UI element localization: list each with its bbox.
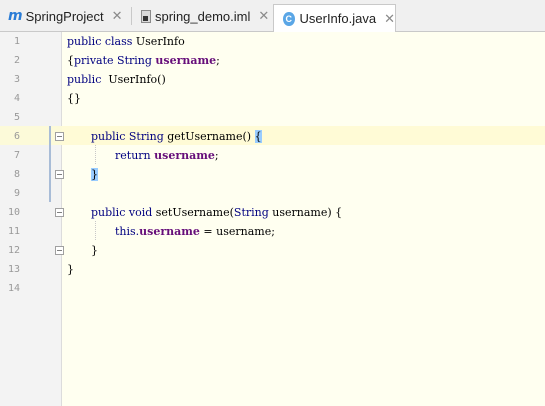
iml-file-icon [141,9,151,23]
code-line: 6 public String getUsername() { [0,127,545,146]
param: username) [268,206,336,219]
fold-marker-icon[interactable] [55,132,64,141]
code-line: 12 } [0,241,545,260]
code-text[interactable]: public UserInfo() [67,70,166,89]
matched-brace: } [91,168,98,181]
code-text[interactable]: public void setUsername(String username)… [91,203,342,222]
punct: ; [214,149,219,162]
keyword: public [67,73,102,86]
line-number: 8 [13,169,20,180]
code-line: 13 } [0,260,545,279]
code-text[interactable]: {} [67,89,81,108]
code-text[interactable]: } [91,165,98,184]
line-number: 13 [7,264,20,275]
line-number: 4 [13,93,20,104]
code-text[interactable]: } [91,241,98,260]
code-line: 1 public class UserInfo [0,32,545,51]
keyword: this. [115,225,140,238]
code-line: 10 public void setUsername(String userna… [0,203,545,222]
close-icon[interactable]: ✕ [112,8,123,24]
line-number: 2 [13,55,20,66]
line-number: 10 [7,207,20,218]
field: username [139,225,200,238]
code-line: 11 this.username = username; [0,222,545,241]
line-number: 5 [13,112,20,123]
matched-brace: { [254,130,262,143]
keyword: public void [91,206,153,219]
close-icon[interactable]: ✕ [258,8,269,24]
tab-separator [131,7,132,25]
line-number: 3 [13,74,20,85]
field: username [155,54,217,67]
close-icon[interactable]: ✕ [384,11,395,27]
assignment: = username; [199,225,275,238]
type: String [113,54,156,67]
punct: ; [216,54,220,67]
line-number: 14 [7,283,20,294]
code-text[interactable]: this.username = username; [115,222,275,241]
line-number: 11 [7,226,20,237]
tab-label: UserInfo.java [299,11,377,26]
code-line: 14 [0,279,545,298]
tab-springproject[interactable]: m SpringProject ✕ [8,4,123,28]
brace: { [67,54,74,67]
code-text[interactable]: public String getUsername() { [91,127,262,146]
fold-marker-icon[interactable] [55,208,64,217]
type: String [233,206,269,219]
editor-tab-bar: m SpringProject ✕ spring_demo.iml ✕ C Us… [0,0,545,32]
code-line: 5 [0,108,545,127]
keyword: public [91,130,126,143]
code-text[interactable]: public class UserInfo [67,32,185,51]
line-number: 7 [13,150,20,161]
code-line: 8 } [0,165,545,184]
tab-label: spring_demo.iml [155,8,251,24]
tab-userinfo-java[interactable]: C UserInfo.java ✕ [273,4,396,32]
code-text[interactable]: return username; [115,146,219,165]
keyword: private [74,54,114,67]
code-text[interactable]: {private String username; [67,51,220,70]
java-class-icon: C [283,11,295,26]
code-line: 2 {private String username; [0,51,545,70]
type: String [125,130,168,143]
class-name: UserInfo [132,35,185,48]
constructor: UserInfo() [101,73,166,86]
keyword: return [115,149,151,162]
code-text[interactable]: } [67,260,74,279]
code-line: 4 {} [0,89,545,108]
method-name: getUsername() [167,130,252,143]
module-m-icon: m [8,8,23,24]
fold-marker-icon[interactable] [55,170,64,179]
line-number: 1 [13,36,20,47]
line-number: 9 [13,188,20,199]
code-line: 9 [0,184,545,203]
brace: { [335,206,343,219]
method-name: setUsername( [152,206,234,219]
line-number: 12 [7,245,20,256]
code-line: 7 return username; [0,146,545,165]
keyword: public class [67,35,133,48]
code-line: 3 public UserInfo() [0,70,545,89]
fold-marker-icon[interactable] [55,246,64,255]
line-number: 6 [13,131,20,142]
tab-label: SpringProject [25,8,104,24]
tab-spring-demo-iml[interactable]: spring_demo.iml ✕ [141,4,269,28]
field: username [154,149,215,162]
